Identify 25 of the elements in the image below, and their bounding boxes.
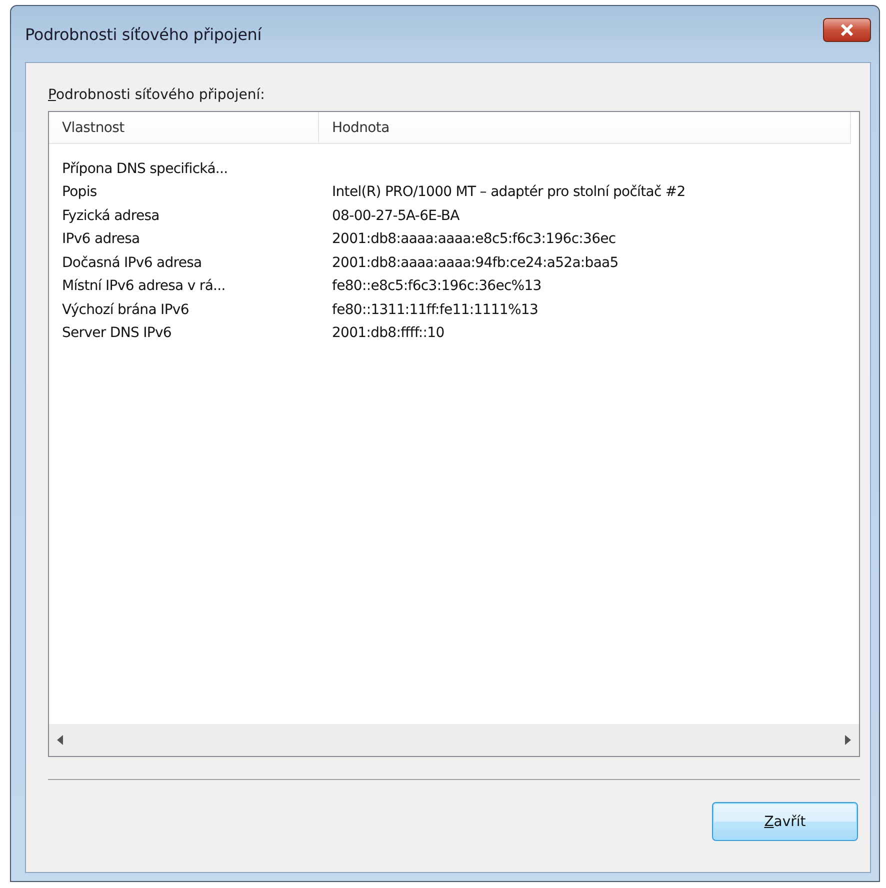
close-dialog-button[interactable]: Zavřít [712,802,858,841]
window-title: Podrobnosti síťového připojení [25,24,262,44]
horizontal-scrollbar[interactable] [49,724,859,756]
section-label: Podrobnosti síťového připojení: [48,87,265,103]
property-cell-text: Server DNS IPv6 [61,325,172,342]
property-cell-text: Výchozí brána IPv6 [61,302,190,318]
column-header[interactable]: Hodnota [319,112,851,143]
value-cell-text: 2001:db8:aaaa:aaaa:94fb:ce24:a52a:baa5 [331,254,618,271]
property-cell-text: Místní IPv6 adresa v rá... [61,278,226,294]
close-button[interactable] [823,18,871,42]
scroll-right-icon[interactable] [845,735,851,745]
value-cell-text: fe80::e8c5:f6c3:196c:36ec%13 [331,278,542,294]
value-cell-text: fe80::1311:11ff:fe11:1111%13 [331,302,538,318]
property-cell-text: Fyzická adresa [61,208,160,224]
property-cell-text: Popis [61,184,98,200]
property-cell-text: Přípona DNS specifická... [61,160,229,177]
value-cell-text: 08-00-27-5A-6E-BA [331,208,460,224]
value-cell-text: Intel(R) PRO/1000 MT – adaptér pro stolní počítač #2 [331,184,686,200]
property-cell-text: IPv6 adresa [61,231,141,248]
scroll-left-icon[interactable] [57,735,63,745]
value-cell-text: 2001:db8:aaaa:aaaa:e8c5:f6c3:196c:36ec [331,231,616,248]
value-cell-text: 2001:db8:ffff::10 [331,325,444,342]
close-icon [840,24,854,36]
column-header[interactable]: Vlastnost [49,112,319,143]
property-cell-text: Dočasná IPv6 adresa [61,254,203,271]
